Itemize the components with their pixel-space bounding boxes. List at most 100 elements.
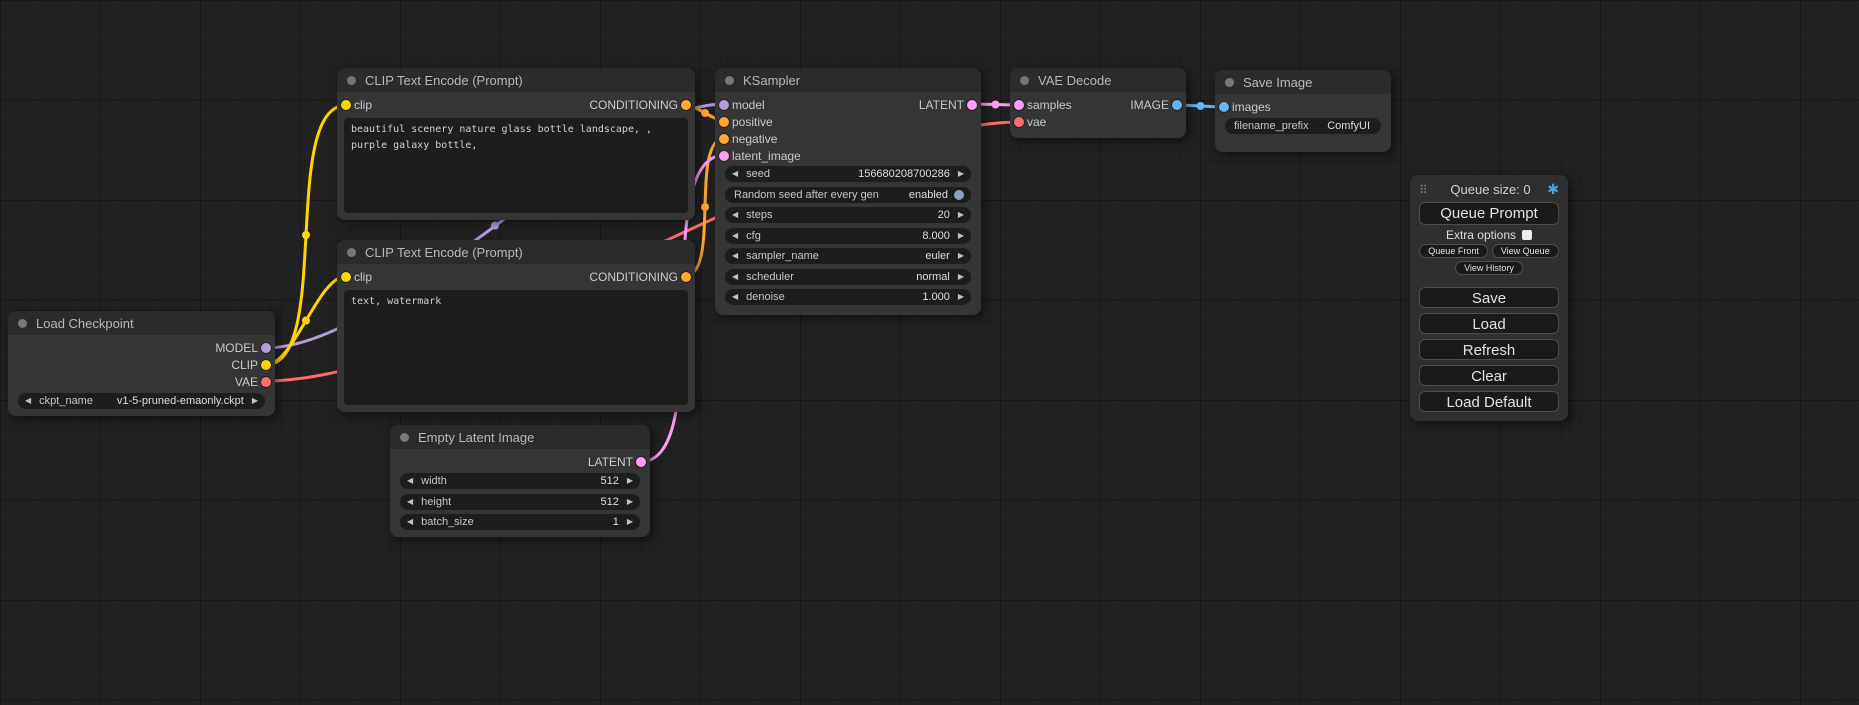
collapse-dot-icon[interactable] <box>18 319 27 328</box>
decrement-arrow-icon[interactable] <box>407 477 413 485</box>
increment-arrow-icon[interactable] <box>958 232 964 240</box>
output-label-latent: LATENT <box>588 455 633 469</box>
increment-arrow-icon[interactable] <box>958 170 964 178</box>
widget-value: 1.000 <box>922 291 950 303</box>
node-clip-text-encode-positive[interactable]: CLIP Text Encode (Prompt) clip CONDITION… <box>337 68 695 220</box>
width-widget[interactable]: width 512 <box>400 473 640 489</box>
input-label-negative: negative <box>732 132 777 146</box>
batch-size-widget[interactable]: batch_size 1 <box>400 514 640 530</box>
output-port-clip[interactable] <box>261 360 271 370</box>
decrement-arrow-icon[interactable] <box>732 211 738 219</box>
view-queue-button[interactable]: View Queue <box>1492 244 1559 258</box>
drag-handle-icon[interactable]: ⠿ <box>1419 183 1428 197</box>
node-title: Empty Latent Image <box>418 430 534 445</box>
node-clip-text-encode-negative[interactable]: CLIP Text Encode (Prompt) clip CONDITION… <box>337 240 695 412</box>
input-port-model[interactable] <box>719 100 729 110</box>
input-port-negative[interactable] <box>719 134 729 144</box>
decrement-arrow-icon[interactable] <box>732 273 738 281</box>
node-title-bar[interactable]: Save Image <box>1215 70 1391 94</box>
decrement-arrow-icon[interactable] <box>407 498 413 506</box>
load-default-button[interactable]: Load Default <box>1419 391 1559 412</box>
widget-value: v1-5-pruned-emaonly.ckpt <box>117 395 244 407</box>
random-seed-widget[interactable]: Random seed after every gen enabled <box>725 187 971 203</box>
input-label-latent-image: latent_image <box>732 149 801 163</box>
settings-gear-icon[interactable]: ✱ <box>1547 181 1559 198</box>
node-ksampler[interactable]: KSampler model LATENT positive negative … <box>715 68 981 315</box>
save-button[interactable]: Save <box>1419 287 1559 308</box>
filename-prefix-widget[interactable]: filename_prefix ComfyUI <box>1225 118 1381 134</box>
decrement-arrow-icon[interactable] <box>407 518 413 526</box>
decrement-arrow-icon[interactable] <box>732 170 738 178</box>
output-label-clip: CLIP <box>231 358 258 372</box>
increment-arrow-icon[interactable] <box>958 273 964 281</box>
input-port-clip[interactable] <box>341 100 351 110</box>
output-label-model: MODEL <box>215 341 258 355</box>
node-title: CLIP Text Encode (Prompt) <box>365 73 523 88</box>
output-port-vae[interactable] <box>261 377 271 387</box>
refresh-button[interactable]: Refresh <box>1419 339 1559 360</box>
ckpt-name-widget[interactable]: ckpt_name v1-5-pruned-emaonly.ckpt <box>18 393 265 409</box>
output-port-image[interactable] <box>1172 100 1182 110</box>
positive-prompt-textarea[interactable]: beautiful scenery nature glass bottle la… <box>344 118 688 213</box>
node-vae-decode[interactable]: VAE Decode samples IMAGE vae <box>1010 68 1186 138</box>
output-port-latent[interactable] <box>636 457 646 467</box>
output-port-conditioning[interactable] <box>681 100 691 110</box>
output-port-conditioning[interactable] <box>681 272 691 282</box>
output-port-model[interactable] <box>261 343 271 353</box>
node-title-bar[interactable]: KSampler <box>715 68 981 92</box>
increment-arrow-icon[interactable] <box>958 211 964 219</box>
node-title-bar[interactable]: Load Checkpoint <box>8 311 275 335</box>
node-title-bar[interactable]: VAE Decode <box>1010 68 1186 92</box>
increment-arrow-icon[interactable] <box>627 518 633 526</box>
node-load-checkpoint[interactable]: Load Checkpoint MODEL CLIP VAE ckpt_name… <box>8 311 275 416</box>
view-history-button[interactable]: View History <box>1455 261 1523 275</box>
collapse-dot-icon[interactable] <box>1020 76 1029 85</box>
increment-arrow-icon[interactable] <box>958 293 964 301</box>
comfy-menu-panel: ⠿ Queue size: 0 ✱ Queue Prompt Extra opt… <box>1410 175 1568 421</box>
scheduler-widget[interactable]: scheduler normal <box>725 269 971 285</box>
node-save-image[interactable]: Save Image images filename_prefix ComfyU… <box>1215 70 1391 152</box>
collapse-dot-icon[interactable] <box>347 76 356 85</box>
input-port-latent-image[interactable] <box>719 151 729 161</box>
steps-widget[interactable]: steps 20 <box>725 207 971 223</box>
input-port-vae[interactable] <box>1014 117 1024 127</box>
sampler-name-widget[interactable]: sampler_name euler <box>725 248 971 264</box>
input-port-samples[interactable] <box>1014 100 1024 110</box>
increment-arrow-icon[interactable] <box>627 498 633 506</box>
toggle-icon[interactable] <box>954 190 964 200</box>
decrement-arrow-icon[interactable] <box>732 252 738 260</box>
queue-prompt-button[interactable]: Queue Prompt <box>1419 202 1559 225</box>
node-title-bar[interactable]: Empty Latent Image <box>390 425 650 449</box>
output-label-conditioning: CONDITIONING <box>589 98 678 112</box>
menu-header: ⠿ Queue size: 0 ✱ <box>1419 181 1559 198</box>
queue-front-button[interactable]: Queue Front <box>1419 244 1488 258</box>
input-port-clip[interactable] <box>341 272 351 282</box>
output-slot-model: MODEL <box>8 339 275 356</box>
cfg-widget[interactable]: cfg 8.000 <box>725 228 971 244</box>
load-button[interactable]: Load <box>1419 313 1559 334</box>
node-title-bar[interactable]: CLIP Text Encode (Prompt) <box>337 240 695 264</box>
node-title-bar[interactable]: CLIP Text Encode (Prompt) <box>337 68 695 92</box>
seed-widget[interactable]: seed 156680208700286 <box>725 166 971 182</box>
input-port-images[interactable] <box>1219 102 1229 112</box>
clear-button[interactable]: Clear <box>1419 365 1559 386</box>
collapse-dot-icon[interactable] <box>725 76 734 85</box>
denoise-widget[interactable]: denoise 1.000 <box>725 289 971 305</box>
node-empty-latent-image[interactable]: Empty Latent Image LATENT width 512 heig… <box>390 425 650 537</box>
negative-prompt-textarea[interactable]: text, watermark <box>344 290 688 405</box>
output-port-latent[interactable] <box>967 100 977 110</box>
collapse-dot-icon[interactable] <box>347 248 356 257</box>
increment-arrow-icon[interactable] <box>958 252 964 260</box>
decrement-arrow-icon[interactable] <box>732 232 738 240</box>
collapse-dot-icon[interactable] <box>400 433 409 442</box>
input-label-images: images <box>1232 100 1271 114</box>
decrement-arrow-icon[interactable] <box>25 397 31 405</box>
height-widget[interactable]: height 512 <box>400 494 640 510</box>
collapse-dot-icon[interactable] <box>1225 78 1234 87</box>
widget-value: 512 <box>600 496 618 508</box>
extra-options-checkbox[interactable] <box>1522 230 1532 240</box>
input-port-positive[interactable] <box>719 117 729 127</box>
decrement-arrow-icon[interactable] <box>732 293 738 301</box>
increment-arrow-icon[interactable] <box>252 397 258 405</box>
increment-arrow-icon[interactable] <box>627 477 633 485</box>
